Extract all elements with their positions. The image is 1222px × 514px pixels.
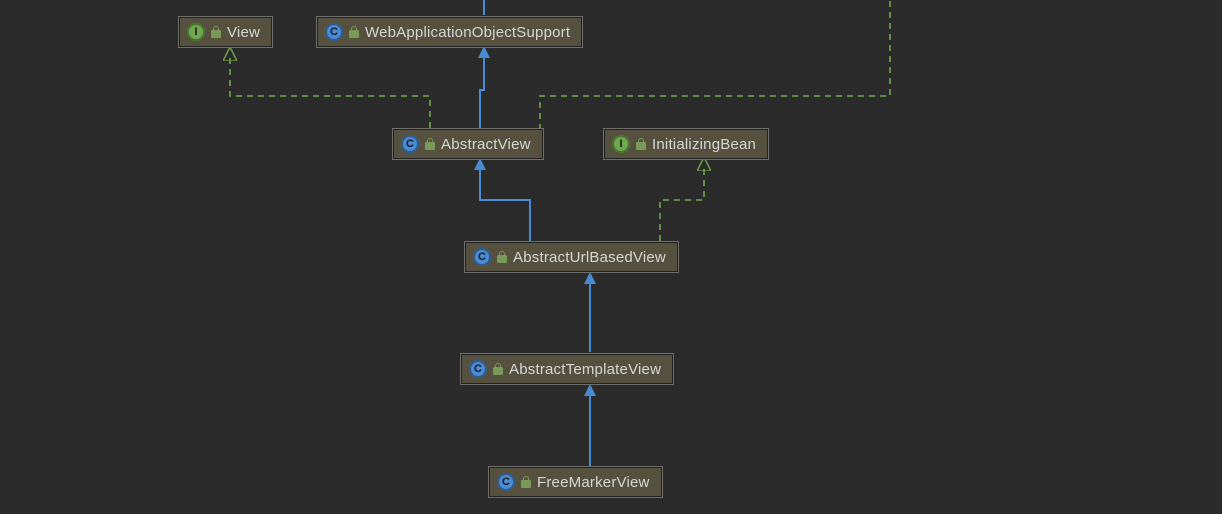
interface-icon: I: [187, 23, 205, 41]
node-abstract-view[interactable]: C AbstractView: [392, 128, 544, 160]
lock-icon: [493, 363, 503, 375]
node-label: FreeMarkerView: [537, 474, 650, 491]
class-icon: C: [401, 135, 419, 153]
node-label: InitializingBean: [652, 136, 756, 153]
node-free-marker-view[interactable]: C FreeMarkerView: [488, 466, 663, 498]
node-label: AbstractView: [441, 136, 531, 153]
node-view[interactable]: I View: [178, 16, 273, 48]
class-icon: C: [497, 473, 515, 491]
lock-icon: [521, 476, 531, 488]
lock-icon: [211, 26, 221, 38]
interface-icon: I: [612, 135, 630, 153]
lock-icon: [425, 138, 435, 150]
class-icon: C: [325, 23, 343, 41]
class-icon: C: [473, 248, 491, 266]
node-label: AbstractTemplateView: [509, 361, 661, 378]
node-abstract-template-view[interactable]: C AbstractTemplateView: [460, 353, 674, 385]
node-web-application-object-support[interactable]: C WebApplicationObjectSupport: [316, 16, 583, 48]
node-initializing-bean[interactable]: I InitializingBean: [603, 128, 769, 160]
lock-icon: [636, 138, 646, 150]
class-icon: C: [469, 360, 487, 378]
lock-icon: [349, 26, 359, 38]
node-label: View: [227, 24, 260, 41]
node-abstract-url-based-view[interactable]: C AbstractUrlBasedView: [464, 241, 679, 273]
class-diagram-canvas[interactable]: I View C WebApplicationObjectSupport C A…: [0, 0, 1222, 514]
node-label: AbstractUrlBasedView: [513, 249, 666, 266]
node-label: WebApplicationObjectSupport: [365, 24, 570, 41]
lock-icon: [497, 251, 507, 263]
